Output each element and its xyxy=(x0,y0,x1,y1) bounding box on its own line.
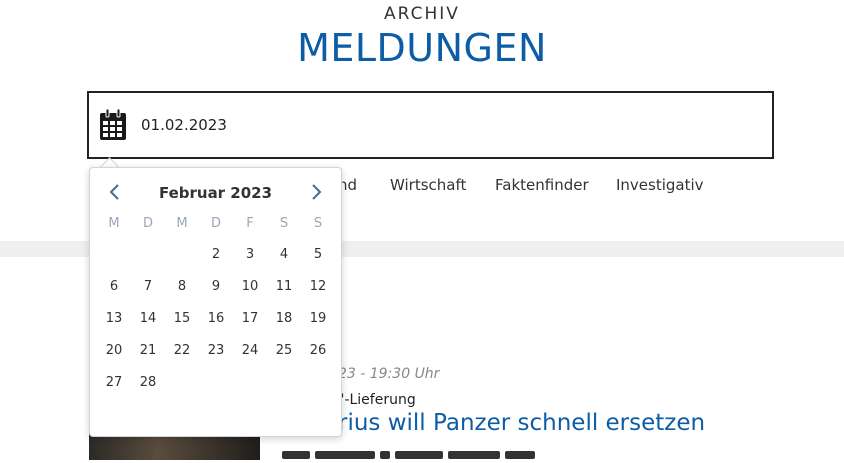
calendar-day[interactable]: 6 xyxy=(97,273,131,301)
weekday-header: D xyxy=(210,216,221,231)
calendar-day[interactable]: 4 xyxy=(267,241,301,269)
calendar-day[interactable]: 20 xyxy=(97,337,131,365)
calendar-day[interactable]: 21 xyxy=(131,337,165,365)
weekday-header: D xyxy=(142,216,153,231)
date-input[interactable]: 01.02.2023 xyxy=(87,91,774,159)
calendar-day[interactable]: 9 xyxy=(199,273,233,301)
calendar-day[interactable]: 26 xyxy=(301,337,335,365)
page-title: MELDUNGEN xyxy=(297,26,547,70)
calendar-day[interactable]: 17 xyxy=(233,305,267,333)
nav-item-faktenfinder[interactable]: Faktenfinder xyxy=(495,176,589,194)
datepicker-month-label: Februar 2023 xyxy=(158,184,273,202)
weekday-header: M xyxy=(176,216,188,231)
weekday-header: S xyxy=(279,216,289,231)
page-kicker: ARCHIV xyxy=(384,4,460,24)
article-topline: "-Lieferung xyxy=(338,392,416,408)
nav-item-wirtschaft[interactable]: Wirtschaft xyxy=(390,176,466,194)
calendar-day[interactable]: 12 xyxy=(301,273,335,301)
calendar-day[interactable]: 19 xyxy=(301,305,335,333)
calendar-icon[interactable] xyxy=(99,109,127,141)
calendar-day[interactable]: 16 xyxy=(199,305,233,333)
date-value[interactable]: 01.02.2023 xyxy=(141,116,227,134)
calendar-day[interactable]: 8 xyxy=(165,273,199,301)
calendar-day[interactable]: 2 xyxy=(199,241,233,269)
weekday-header: S xyxy=(313,216,323,231)
calendar-day[interactable]: 27 xyxy=(97,369,131,397)
calendar-day[interactable]: 15 xyxy=(165,305,199,333)
calendar-day[interactable]: 5 xyxy=(301,241,335,269)
weekday-header: F xyxy=(246,216,254,231)
article-headline[interactable]: rius will Panzer schnell ersetzen xyxy=(338,410,705,436)
datepicker-popup: Februar 2023 M D M D F S S 1 2 3 4 5 6 7 8 9 10 11… xyxy=(89,167,342,437)
calendar-day[interactable]: 22 xyxy=(165,337,199,365)
calendar-day[interactable]: 25 xyxy=(267,337,301,365)
nav-item-investigativ[interactable]: Investigativ xyxy=(616,176,704,194)
calendar-day[interactable]: 28 xyxy=(131,369,165,397)
calendar-day[interactable]: 10 xyxy=(233,273,267,301)
calendar-day[interactable]: 23 xyxy=(199,337,233,365)
calendar-day[interactable]: 24 xyxy=(233,337,267,365)
article-date: 23 - 19:30 Uhr xyxy=(338,366,440,382)
article-teaser-text xyxy=(282,444,682,459)
chevron-right-icon[interactable] xyxy=(306,182,326,202)
calendar-day[interactable]: 14 xyxy=(131,305,165,333)
calendar-day[interactable]: 7 xyxy=(131,273,165,301)
calendar-day[interactable]: 3 xyxy=(233,241,267,269)
calendar-day[interactable]: 13 xyxy=(97,305,131,333)
calendar-day-selected[interactable]: 1 xyxy=(165,241,199,269)
calendar-day[interactable]: 18 xyxy=(267,305,301,333)
weekday-header: M xyxy=(108,216,120,231)
calendar-day[interactable]: 11 xyxy=(267,273,301,301)
